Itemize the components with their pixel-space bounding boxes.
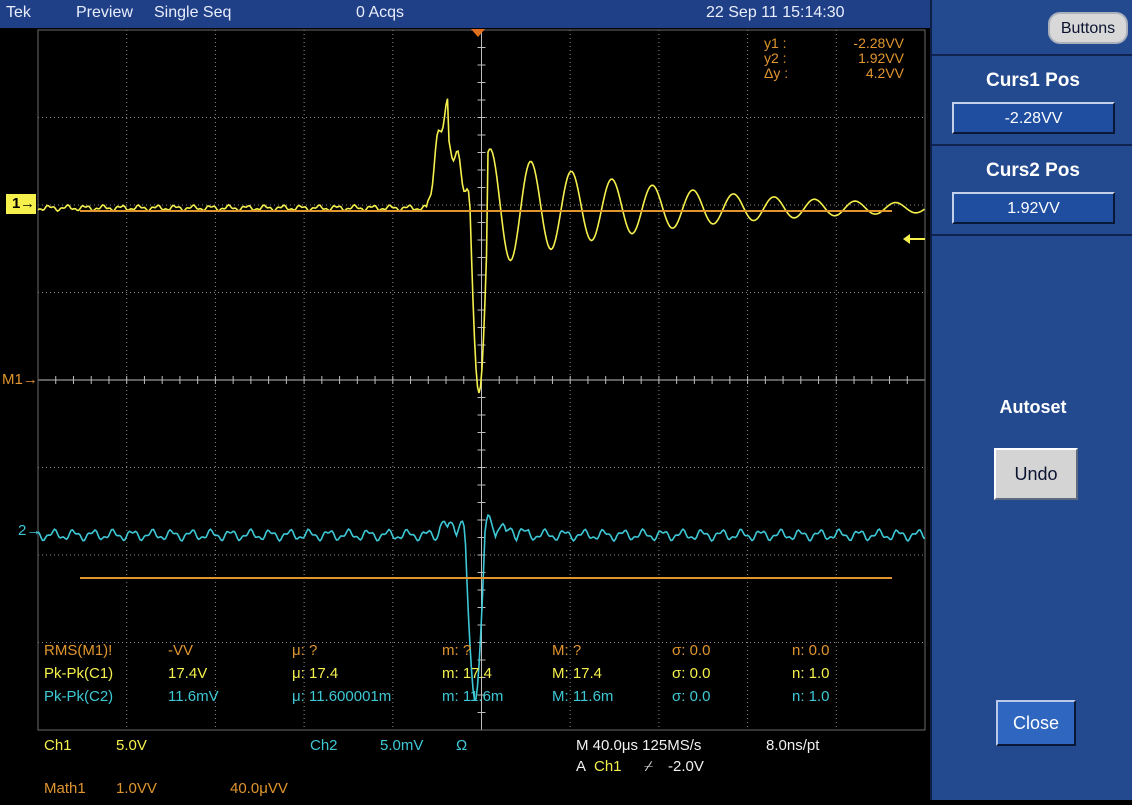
curs2-pos-title: Curs2 Pos [986,160,1080,181]
trigger-position-marker[interactable] [471,29,485,37]
math1-marker[interactable]: M1→ [2,371,38,388]
ch2-ground-marker[interactable]: 2→ [18,522,41,539]
oscilloscope-app: Tek Preview Single Seq 0 Acqs 22 Sep 11 … [0,0,1132,800]
y2-value: 1.92VV [858,50,904,66]
acquisition-count: 0 Acqs [356,4,405,21]
panel-divider [932,54,1132,56]
preview-mode-label: Preview [76,4,133,21]
rising-edge-icon: ⌿ [644,758,654,775]
date-time: 22 Sep 11 15:14:30 [706,4,845,21]
trigger-level-arrow[interactable] [903,234,925,244]
dy-value: 4.2VV [865,65,904,81]
acquisition-mode-label: Single Seq [154,4,232,21]
cursor-readout: y1 : -2.28VV y2 : 1.92VV Δy : 4.2VV [764,35,904,81]
buttons-toggle-button[interactable]: Buttons [1048,12,1128,44]
y1-value: -2.28VV [853,35,904,51]
termination-icon: Ω [456,737,468,754]
undo-button[interactable]: Undo [994,448,1078,500]
control-panel: Buttons Curs1 Pos -2.28VV Curs2 Pos 1.92… [930,0,1132,800]
autoset-title: Autoset [999,397,1067,417]
graticule-svg [37,29,926,731]
waveform-display[interactable]: 1 → M1→ 2→ y1 : -2.28VV y2 : 1.92VV Δy : … [0,28,930,800]
ch1-ground-marker[interactable]: 1 → [6,194,36,214]
curs2-pos-field[interactable]: 1.92VV [952,192,1115,224]
panel-divider [932,234,1132,236]
brand-label: Tek [6,4,31,21]
curs1-pos-field[interactable]: -2.28VV [952,102,1115,134]
top-status-bar: Tek Preview Single Seq 0 Acqs 22 Sep 11 … [0,0,930,28]
close-button[interactable]: Close [996,700,1076,746]
curs1-pos-title: Curs1 Pos [986,70,1080,91]
panel-divider [932,144,1132,146]
